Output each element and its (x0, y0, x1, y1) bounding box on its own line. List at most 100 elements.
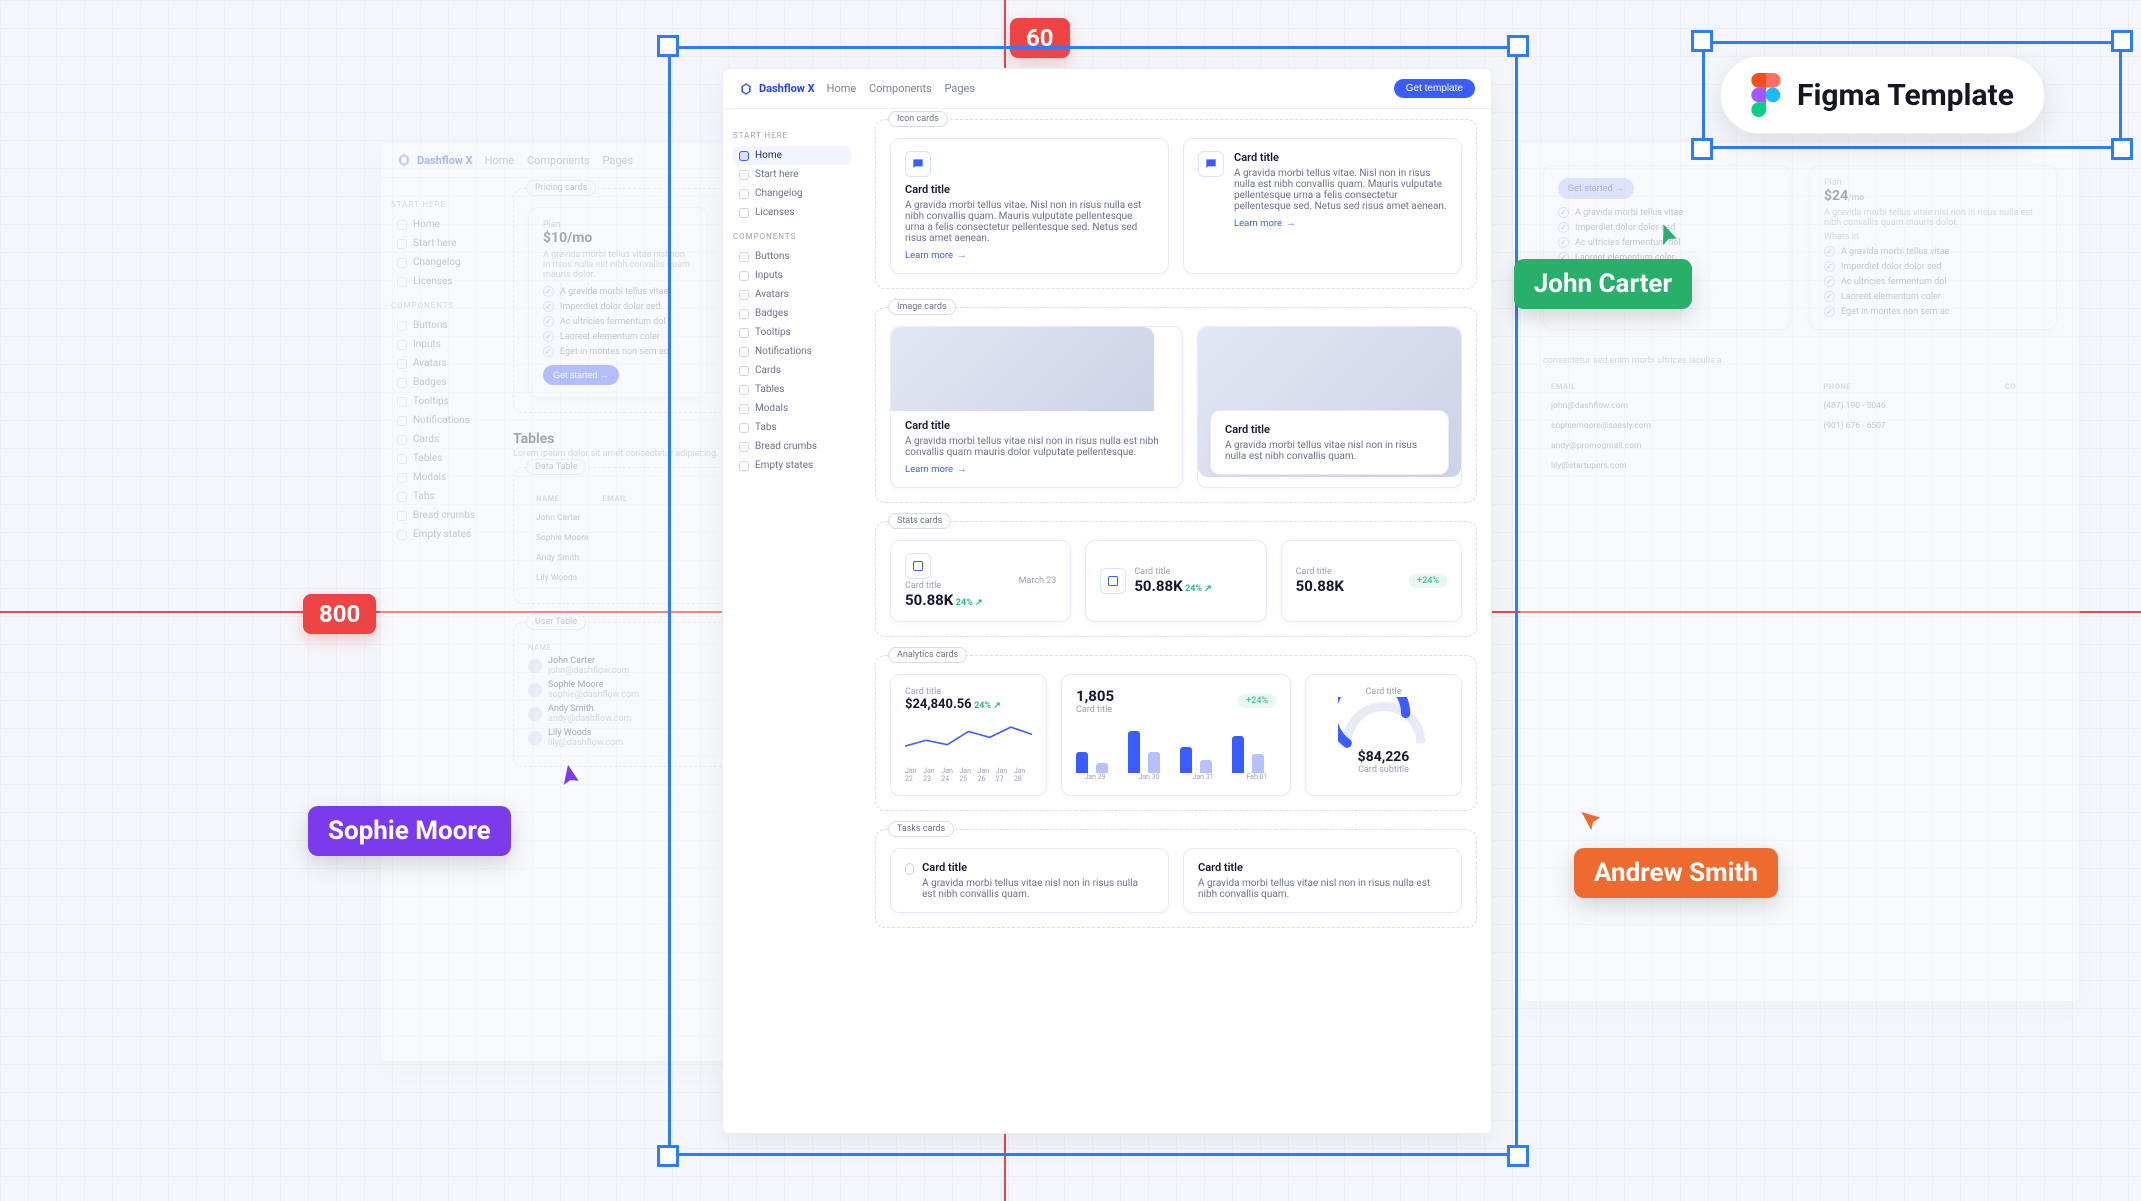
stat-card-1[interactable]: Card title 50.88K 24% ↗ March 23 (890, 540, 1071, 622)
plan-cta[interactable]: Get started → (543, 365, 619, 385)
side-item-cards[interactable]: Cards (733, 361, 851, 380)
side-item-tables[interactable]: Tables (391, 449, 489, 468)
side-item-licenses[interactable]: Licenses (733, 203, 851, 222)
selection-handle-bl[interactable] (657, 1145, 679, 1167)
table-row[interactable]: Lily Woods (530, 569, 634, 587)
table-row[interactable]: sophiemoore@saasly.com(901) 676 - 6507 (1545, 417, 2055, 435)
side-item-changelog[interactable]: Changelog (391, 253, 489, 272)
side-item-tooltips[interactable]: Tooltips (391, 392, 489, 411)
card-body: A gravida morbi tellus vitae. Nisl non i… (1234, 168, 1447, 212)
side-item-notifications[interactable]: Notifications (391, 411, 489, 430)
checkbox-icon[interactable] (905, 863, 914, 875)
side-item-inputs[interactable]: Inputs (733, 266, 851, 285)
bullet-icon (739, 309, 749, 319)
main: Icon cards Card title A gravida morbi te… (861, 109, 1491, 964)
analytics-bar-card[interactable]: 1,805 Card title +24% Jan 29Jan 30Jan 31… (1061, 674, 1291, 796)
people-table[interactable]: EMAIL PHONE CO john@dashflow.com(487) 19… (1543, 376, 2057, 477)
figma-badge[interactable]: Figma Template (1720, 56, 2045, 134)
learn-more-link[interactable]: Learn more → (905, 464, 967, 475)
side-item-tables[interactable]: Tables (733, 380, 851, 399)
artboard-center[interactable]: Dashflow X Home Components Pages Get tem… (722, 68, 1492, 1134)
user-cursor-green: John Carter (1656, 225, 1692, 309)
bar (1128, 731, 1140, 773)
table-row[interactable]: John Carter (530, 509, 634, 527)
plan-cta-alt[interactable]: Get started → (1558, 178, 1634, 199)
icon-card-1[interactable]: Card title A gravida morbi tellus vitae.… (890, 138, 1169, 274)
selection-handle-br[interactable] (1507, 1145, 1529, 1167)
task-card-2[interactable]: Card title A gravida morbi tellus vitae … (1183, 848, 1462, 913)
fb-handle-bl[interactable] (1691, 138, 1713, 160)
analytics-line-card[interactable]: Card title $24,840.56 24% ↗ Jan 22Jan 23… (890, 674, 1047, 796)
side-item-bread-crumbs[interactable]: Bread crumbs (391, 506, 489, 525)
card-title: Card title (1198, 861, 1447, 874)
table-row[interactable]: lily@startupers.com (1545, 457, 2055, 475)
bullet-icon (739, 461, 749, 471)
learn-more-link[interactable]: Learn more → (905, 250, 967, 261)
side-item-inputs[interactable]: Inputs (391, 335, 489, 354)
side-item-avatars[interactable]: Avatars (391, 354, 489, 373)
side-item-empty-states[interactable]: Empty states (733, 456, 851, 475)
figma-badge-label: Figma Template (1797, 78, 2014, 113)
side-item-home[interactable]: Home (733, 146, 851, 165)
bullet-icon (739, 328, 749, 338)
side-item-avatars[interactable]: Avatars (733, 285, 851, 304)
stat-card-3[interactable]: Card title 50.88K +24% (1281, 540, 1462, 622)
data-table[interactable]: NAMEEMAIL John CarterSophie MooreAndy Sm… (528, 488, 636, 589)
nav-pages[interactable]: Pages (602, 154, 633, 167)
side-item-tabs[interactable]: Tabs (391, 487, 489, 506)
side-item-bread-crumbs[interactable]: Bread crumbs (733, 437, 851, 456)
selection-handle-tl[interactable] (657, 35, 679, 57)
side-item-buttons[interactable]: Buttons (733, 247, 851, 266)
side-item-cards[interactable]: Cards (391, 430, 489, 449)
task-card-1[interactable]: Card title A gravida morbi tellus vitae … (890, 848, 1169, 913)
side-item-starthere[interactable]: Start here (733, 165, 851, 184)
side-item-starthere[interactable]: Start here (391, 234, 489, 253)
top-nav: Home Components Pages (827, 82, 985, 95)
side-item-licenses[interactable]: Licenses (391, 272, 489, 291)
nav-home[interactable]: Home (827, 82, 857, 95)
table-row[interactable]: john@dashflow.com(487) 190 - 5046 (1545, 397, 2055, 415)
get-template-button[interactable]: Get template (1394, 79, 1475, 98)
side-item-home[interactable]: Home (391, 215, 489, 234)
nav-pages[interactable]: Pages (944, 82, 975, 95)
gauge-chart (1338, 697, 1430, 749)
side-item-modals[interactable]: Modals (391, 468, 489, 487)
image-card-2[interactable]: Card title A gravida morbi tellus vitae … (1197, 326, 1462, 488)
plan-feature: ✓Ac ultricies fermentum dol (543, 316, 693, 327)
side-item-badges[interactable]: Badges (733, 304, 851, 323)
fb-handle-tr[interactable] (2111, 30, 2133, 52)
check-icon: ✓ (543, 331, 554, 342)
bullet-icon (397, 473, 407, 483)
table-row[interactable]: Sophie Moore (530, 529, 634, 547)
x-tick: Feb 01 (1246, 773, 1267, 781)
side-item-tabs[interactable]: Tabs (733, 418, 851, 437)
side-item-badges[interactable]: Badges (391, 373, 489, 392)
x-tick: Jan 26 (978, 767, 996, 783)
nav-home[interactable]: Home (485, 154, 515, 167)
check-icon: ✓ (543, 286, 554, 297)
brand-mark-icon (739, 82, 753, 96)
side-item-buttons[interactable]: Buttons (391, 316, 489, 335)
side-item-notifications[interactable]: Notifications (733, 342, 851, 361)
card-body: A gravida morbi tellus vitae nisl non in… (1198, 878, 1447, 900)
nav-components[interactable]: Components (527, 154, 590, 167)
side-item-tooltips[interactable]: Tooltips (733, 323, 851, 342)
bullet-icon (739, 442, 749, 452)
fb-handle-tl[interactable] (1691, 30, 1713, 52)
chip-user-table: User Table (526, 614, 586, 630)
bullet-icon (397, 378, 407, 388)
table-row[interactable]: Andy Smith (530, 549, 634, 567)
side-item-modals[interactable]: Modals (733, 399, 851, 418)
fb-handle-br[interactable] (2111, 138, 2133, 160)
selection-handle-tr[interactable] (1507, 35, 1529, 57)
figma-logo-icon (1751, 73, 1781, 117)
side-item-empty-states[interactable]: Empty states (391, 525, 489, 544)
icon-card-2[interactable]: Card title A gravida morbi tellus vitae.… (1183, 138, 1462, 274)
table-row[interactable]: andy@promogmail.com (1545, 437, 2055, 455)
analytics-gauge-card[interactable]: Card title $84,226 Card subtitle (1305, 674, 1462, 796)
nav-components[interactable]: Components (869, 82, 932, 95)
stat-card-2[interactable]: Card title 50.88K 24% ↗ (1085, 540, 1266, 622)
learn-more-link[interactable]: Learn more → (1234, 218, 1296, 229)
image-card-1[interactable]: Card title A gravida morbi tellus vitae … (890, 326, 1183, 488)
side-item-changelog[interactable]: Changelog (733, 184, 851, 203)
